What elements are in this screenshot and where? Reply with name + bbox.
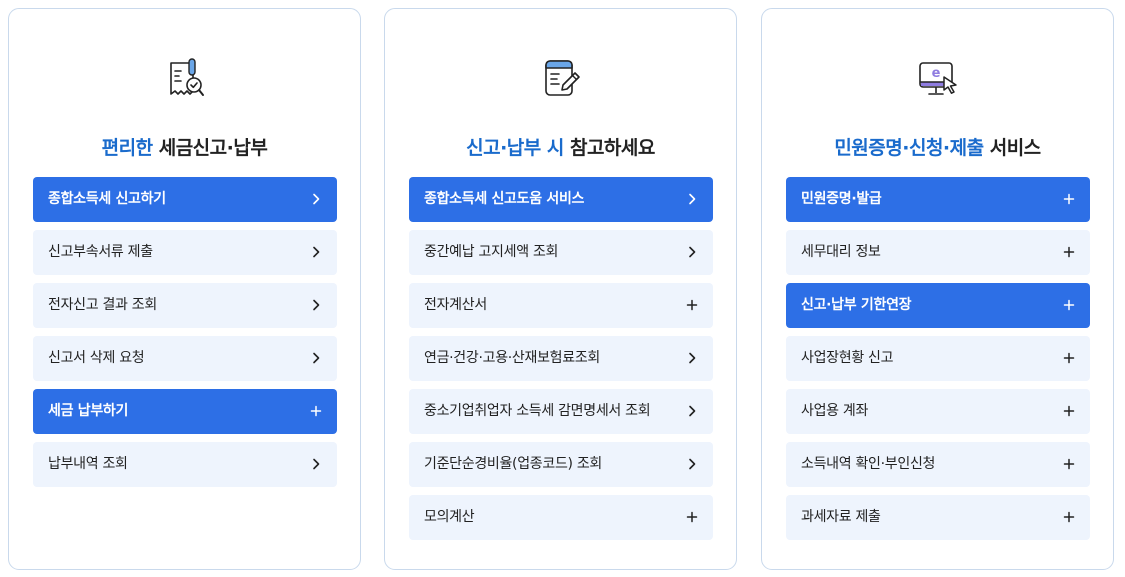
- card-title-highlight: 편리한: [101, 137, 153, 159]
- menu-item-button[interactable]: 과세자료 제출: [786, 495, 1090, 540]
- card-title-rest: 참고하세요: [563, 137, 655, 159]
- menu-item-label: 기준단순경비율(업종코드) 조회: [424, 456, 603, 472]
- menu-item-button[interactable]: 사업장현황 신고: [786, 336, 1090, 381]
- menu-item-label: 종합소득세 신고도움 서비스: [424, 191, 585, 207]
- menu-item-button[interactable]: 납부내역 조회: [33, 442, 337, 487]
- chevron-right-icon: [685, 389, 699, 434]
- menu-list: 민원증명·발급세무대리 정보신고·납부 기한연장사업장현황 신고사업용 계좌소득…: [786, 177, 1090, 548]
- plus-icon: [1062, 442, 1076, 487]
- plus-icon: [1062, 283, 1076, 328]
- menu-item-label: 신고서 삭제 요청: [48, 350, 145, 366]
- reference-card: 신고·납부 시 참고하세요 종합소득세 신고도움 서비스중간예납 고지세액 조회…: [384, 8, 737, 570]
- menu-item-label: 전자신고 결과 조회: [48, 297, 157, 313]
- receipt-magnifier-icon: [161, 55, 209, 103]
- menu-item-label: 소득내역 확인·부인신청: [801, 456, 936, 472]
- menu-item-label: 과세자료 제출: [801, 509, 881, 525]
- card-title-highlight: 민원증명·신청·제출: [834, 137, 984, 159]
- menu-item-button[interactable]: 세금 납부하기: [33, 389, 337, 434]
- menu-item-button[interactable]: 기준단순경비율(업종코드) 조회: [409, 442, 713, 487]
- monitor-cursor-icon: e: [914, 55, 962, 103]
- civil-service-card: e 민원증명·신청·제출 서비스 민원증명·발급세무대리 정보신고·납부 기한연…: [761, 8, 1114, 570]
- plus-icon: [685, 495, 699, 540]
- card-title: 민원증명·신청·제출 서비스: [762, 133, 1113, 163]
- chevron-right-icon: [685, 177, 699, 222]
- menu-item-button[interactable]: 중소기업취업자 소득세 감면명세서 조회: [409, 389, 713, 434]
- menu-item-label: 중간예납 고지세액 조회: [424, 244, 559, 260]
- menu-item-button[interactable]: 신고부속서류 제출: [33, 230, 337, 275]
- menu-item-button[interactable]: 사업용 계좌: [786, 389, 1090, 434]
- plus-icon: [1062, 495, 1076, 540]
- menu-list: 종합소득세 신고하기신고부속서류 제출전자신고 결과 조회신고서 삭제 요청세금…: [33, 177, 337, 495]
- plus-icon: [309, 389, 323, 434]
- chevron-right-icon: [309, 336, 323, 381]
- menu-item-label: 세금 납부하기: [48, 403, 129, 419]
- menu-item-button[interactable]: 세무대리 정보: [786, 230, 1090, 275]
- plus-icon: [1062, 336, 1076, 381]
- menu-item-button[interactable]: 중간예납 고지세액 조회: [409, 230, 713, 275]
- chevron-right-icon: [309, 177, 323, 222]
- menu-item-button[interactable]: 민원증명·발급: [786, 177, 1090, 222]
- menu-item-button[interactable]: 신고·납부 기한연장: [786, 283, 1090, 328]
- menu-item-label: 납부내역 조회: [48, 456, 128, 472]
- chevron-right-icon: [309, 230, 323, 275]
- menu-item-button[interactable]: 신고서 삭제 요청: [33, 336, 337, 381]
- document-pencil-icon: [537, 55, 585, 103]
- card-title-highlight: 신고·납부 시: [466, 137, 564, 159]
- card-title: 신고·납부 시 참고하세요: [385, 133, 736, 163]
- chevron-right-icon: [685, 230, 699, 275]
- menu-item-label: 세무대리 정보: [801, 244, 881, 260]
- menu-item-button[interactable]: 연금·건강·고용·산재보험료조회: [409, 336, 713, 381]
- menu-item-label: 전자계산서: [424, 297, 487, 313]
- chevron-right-icon: [685, 336, 699, 381]
- card-title-rest: 세금신고·납부: [152, 137, 268, 159]
- plus-icon: [685, 283, 699, 328]
- menu-item-label: 신고부속서류 제출: [48, 244, 153, 260]
- plus-icon: [1062, 177, 1076, 222]
- menu-item-button[interactable]: 전자계산서: [409, 283, 713, 328]
- menu-item-button[interactable]: 종합소득세 신고하기: [33, 177, 337, 222]
- menu-item-label: 종합소득세 신고하기: [48, 191, 166, 207]
- menu-list: 종합소득세 신고도움 서비스중간예납 고지세액 조회전자계산서연금·건강·고용·…: [409, 177, 713, 548]
- menu-item-button[interactable]: 전자신고 결과 조회: [33, 283, 337, 328]
- menu-item-button[interactable]: 소득내역 확인·부인신청: [786, 442, 1090, 487]
- card-title-rest: 서비스: [983, 137, 1041, 159]
- plus-icon: [1062, 389, 1076, 434]
- menu-item-label: 사업용 계좌: [801, 403, 869, 419]
- card-title: 편리한 세금신고·납부: [9, 133, 360, 163]
- menu-item-label: 사업장현황 신고: [801, 350, 894, 366]
- plus-icon: [1062, 230, 1076, 275]
- chevron-right-icon: [309, 283, 323, 328]
- menu-item-label: 민원증명·발급: [801, 191, 882, 207]
- menu-item-button[interactable]: 종합소득세 신고도움 서비스: [409, 177, 713, 222]
- menu-item-label: 중소기업취업자 소득세 감면명세서 조회: [424, 403, 651, 419]
- chevron-right-icon: [309, 442, 323, 487]
- menu-item-button[interactable]: 모의계산: [409, 495, 713, 540]
- e-letter: e: [931, 66, 940, 81]
- menu-item-label: 신고·납부 기한연장: [801, 297, 912, 313]
- menu-item-label: 모의계산: [424, 509, 475, 525]
- menu-item-label: 연금·건강·고용·산재보험료조회: [424, 350, 600, 366]
- chevron-right-icon: [685, 442, 699, 487]
- tax-filing-card: 편리한 세금신고·납부 종합소득세 신고하기신고부속서류 제출전자신고 결과 조…: [8, 8, 361, 570]
